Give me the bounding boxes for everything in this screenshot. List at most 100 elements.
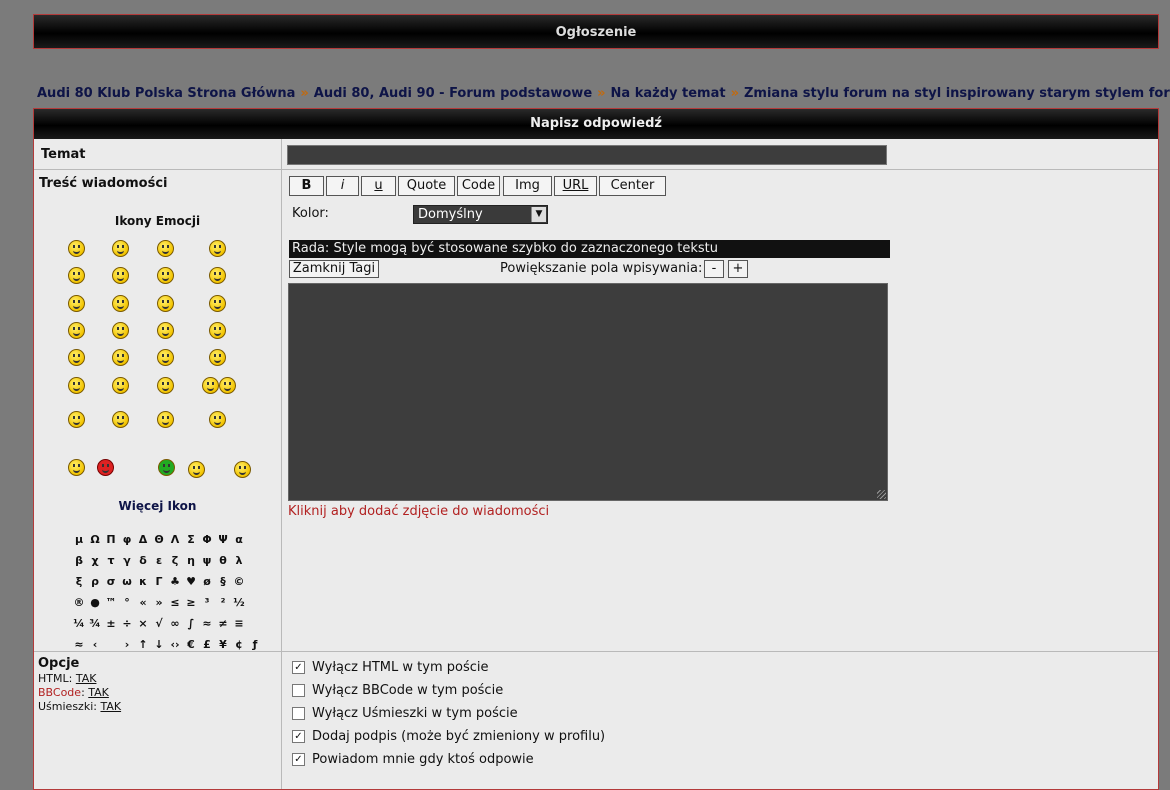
symbol[interactable]: φ <box>119 529 135 550</box>
symbol[interactable]: γ <box>119 550 135 571</box>
symbol[interactable]: £ <box>199 634 215 655</box>
option-html-value[interactable]: TAK <box>76 672 97 685</box>
santa-smiley-icon[interactable] <box>112 411 129 428</box>
idea-icon[interactable] <box>112 377 129 394</box>
option-bbcode-label[interactable]: BBCode <box>38 686 81 699</box>
smiley-icon[interactable] <box>209 322 226 339</box>
shrink-button[interactable]: - <box>704 260 724 278</box>
symbol[interactable]: √ <box>151 613 167 634</box>
add-photo-link[interactable]: Kliknij aby dodać zdjęcie do wiadomości <box>288 504 549 519</box>
symbol[interactable]: λ <box>231 550 247 571</box>
code-button[interactable]: Code <box>457 176 500 196</box>
symbol[interactable]: € <box>183 634 199 655</box>
symbol[interactable]: ξ <box>71 571 87 592</box>
smiley-icon[interactable] <box>209 240 226 257</box>
symbol[interactable]: ≈ <box>71 634 87 655</box>
symbol[interactable]: β <box>71 550 87 571</box>
symbol[interactable]: τ <box>103 550 119 571</box>
symbol[interactable]: ≈ <box>199 613 215 634</box>
symbol[interactable]: ≤ <box>167 592 183 613</box>
symbol[interactable]: Φ <box>199 529 215 550</box>
symbol[interactable]: ² <box>215 592 231 613</box>
symbol[interactable]: ω <box>119 571 135 592</box>
close-tags-button[interactable]: Zamknij Tagi <box>289 260 379 278</box>
symbol[interactable]: « <box>135 592 151 613</box>
smiley-icon[interactable] <box>112 295 129 312</box>
symbol[interactable]: ↑ <box>135 634 151 655</box>
center-button[interactable]: Center <box>599 176 666 196</box>
symbol[interactable]: θ <box>215 550 231 571</box>
symbol[interactable]: ¾ <box>87 613 103 634</box>
symbol[interactable]: Λ <box>167 529 183 550</box>
symbol[interactable]: ≥ <box>183 592 199 613</box>
symbol[interactable]: Θ <box>151 529 167 550</box>
smiley-icon[interactable] <box>68 459 85 476</box>
symbol[interactable] <box>103 634 119 655</box>
smiley-icon[interactable] <box>157 267 174 284</box>
resize-grip-icon[interactable] <box>877 490 886 499</box>
subject-input[interactable] <box>287 145 887 165</box>
smiley-icon[interactable] <box>157 295 174 312</box>
smiley-icon[interactable] <box>112 267 129 284</box>
symbol[interactable]: ™ <box>103 592 119 613</box>
bold-button[interactable]: B <box>289 176 324 196</box>
quote-button[interactable]: Quote <box>398 176 455 196</box>
symbol[interactable]: ≡ <box>231 613 247 634</box>
symbol[interactable]: μ <box>71 529 87 550</box>
smiley-icon[interactable] <box>234 461 251 478</box>
smiley-icon[interactable] <box>68 267 85 284</box>
symbol[interactable]: ¼ <box>71 613 87 634</box>
symbol[interactable]: » <box>151 592 167 613</box>
symbol[interactable]: Σ <box>183 529 199 550</box>
symbol[interactable]: Π <box>103 529 119 550</box>
symbol[interactable]: Δ <box>135 529 151 550</box>
symbol[interactable]: ¥ <box>215 634 231 655</box>
smiley-icon[interactable] <box>112 349 129 366</box>
symbol[interactable]: ® <box>71 592 87 613</box>
symbol[interactable]: ↓ <box>151 634 167 655</box>
symbol[interactable]: ¢ <box>231 634 247 655</box>
symbol[interactable]: ρ <box>87 571 103 592</box>
symbol[interactable]: ♣ <box>167 571 183 592</box>
symbol[interactable]: › <box>119 634 135 655</box>
enlarge-button[interactable]: + <box>728 260 748 278</box>
italic-button[interactable]: i <box>326 176 359 196</box>
symbol[interactable]: § <box>215 571 231 592</box>
option-bbcode-value[interactable]: TAK <box>88 686 109 699</box>
underline-button[interactable]: u <box>361 176 396 196</box>
symbol[interactable]: × <box>135 613 151 634</box>
symbol[interactable]: ε <box>151 550 167 571</box>
smiley-icon[interactable] <box>68 240 85 257</box>
disable-smilies-checkbox[interactable] <box>292 707 305 720</box>
smiley-icon[interactable] <box>68 411 85 428</box>
url-button[interactable]: URL <box>554 176 597 196</box>
exclamation-icon[interactable] <box>209 349 226 366</box>
cheers-icon[interactable] <box>188 461 205 478</box>
smiley-icon[interactable] <box>68 349 85 366</box>
symbol[interactable]: η <box>183 550 199 571</box>
symbol[interactable]: ζ <box>167 550 183 571</box>
rofl-icon[interactable] <box>97 459 114 476</box>
symbol[interactable]: κ <box>135 571 151 592</box>
smiley-icon[interactable] <box>209 411 226 428</box>
breadcrumb-topic[interactable]: Zmiana stylu forum na styl inspirowany s… <box>744 86 1170 101</box>
smiley-icon[interactable] <box>157 349 174 366</box>
symbol[interactable]: δ <box>135 550 151 571</box>
smiley-icon[interactable] <box>157 240 174 257</box>
attach-signature-checkbox[interactable]: ✓ <box>292 730 305 743</box>
question-icon[interactable] <box>68 377 85 394</box>
symbol[interactable]: ∫ <box>183 613 199 634</box>
smiley-icon[interactable] <box>209 267 226 284</box>
symbol[interactable]: ψ <box>199 550 215 571</box>
smiley-icon[interactable] <box>112 240 129 257</box>
symbol[interactable]: ° <box>119 592 135 613</box>
breadcrumb-home[interactable]: Audi 80 Klub Polska Strona Główna <box>37 86 295 101</box>
notify-checkbox[interactable]: ✓ <box>292 753 305 766</box>
disable-bbcode-checkbox[interactable] <box>292 684 305 697</box>
symbol[interactable]: ∞ <box>167 613 183 634</box>
arrow-icon[interactable] <box>157 377 174 394</box>
symbol[interactable]: σ <box>103 571 119 592</box>
symbol[interactable]: ƒ <box>247 634 263 655</box>
breadcrumb-forum[interactable]: Audi 80, Audi 90 - Forum podstawowe <box>314 86 592 101</box>
party-smiley-icon[interactable] <box>157 411 174 428</box>
